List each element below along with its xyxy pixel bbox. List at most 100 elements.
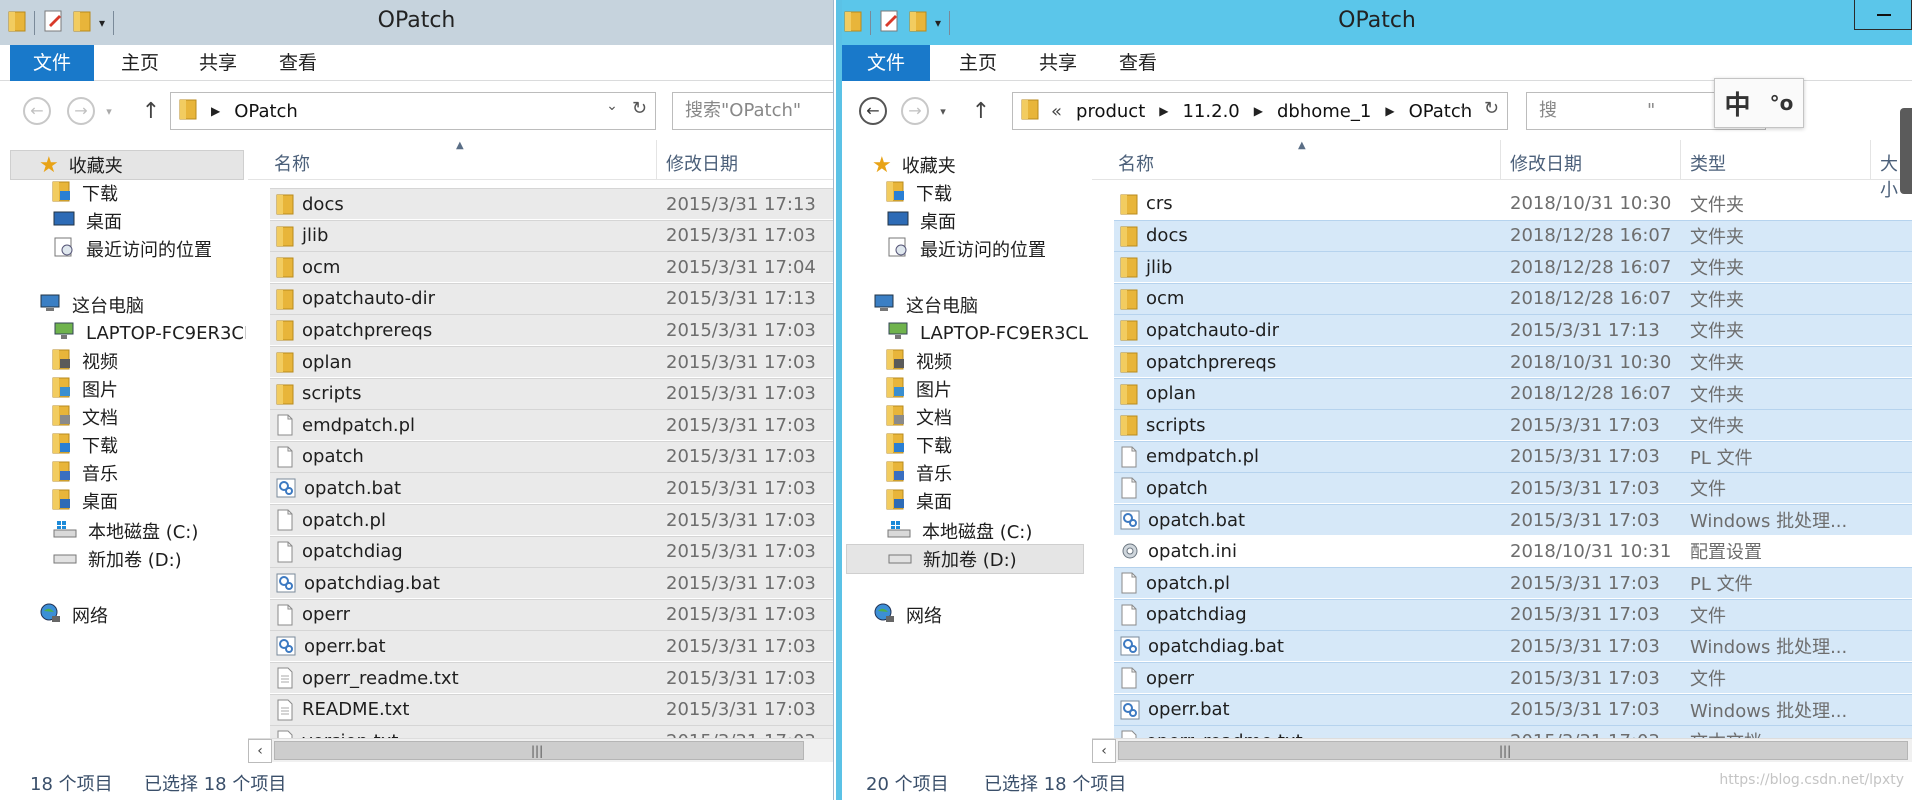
up-button[interactable]: ↑ xyxy=(964,94,998,128)
nav-item[interactable]: 本地磁盘 (C:) xyxy=(52,516,198,546)
breadcrumb-separator-icon[interactable]: ▶ xyxy=(1159,104,1168,118)
scroll-left-icon[interactable]: ‹ xyxy=(1092,739,1116,763)
ime-punctuation-toggle[interactable]: °o xyxy=(1770,91,1794,115)
nav-item[interactable]: 这台电脑 xyxy=(872,290,978,320)
file-row[interactable]: jlib 2015/3/31 17:03 xyxy=(270,219,833,251)
address-bar[interactable]: ▶ OPatch ⌄ ↻ xyxy=(170,92,656,130)
nav-item[interactable]: 文档 xyxy=(52,402,118,432)
scrollbar-thumb[interactable]: ||| xyxy=(274,741,804,760)
file-row[interactable]: operr 2015/3/31 17:03 文件 xyxy=(1114,662,1912,693)
back-button[interactable]: ← xyxy=(856,94,890,128)
search-input[interactable]: 搜索"OPatch" xyxy=(672,92,833,130)
nav-item[interactable]: 桌面 xyxy=(886,486,952,516)
forward-button[interactable]: → xyxy=(898,94,932,128)
ime-mode-toggle[interactable]: 中 xyxy=(1725,85,1751,122)
file-row[interactable]: opatch.pl 2015/3/31 17:03 PL 文件 xyxy=(1114,567,1912,599)
file-row[interactable]: ocm 2015/3/31 17:04 xyxy=(270,251,833,283)
file-row[interactable]: opatch.ini 2018/10/31 10:31 配置设置 xyxy=(1114,536,1912,567)
nav-item[interactable]: 本地磁盘 (C:) xyxy=(886,516,1032,546)
breadcrumb-separator-icon[interactable]: ▶ xyxy=(1254,104,1263,118)
tab-view[interactable]: 查看 xyxy=(268,45,328,81)
nav-item[interactable]: 音乐 xyxy=(52,458,118,488)
nav-item[interactable]: LAPTOP-FC9ER3CL xyxy=(886,318,1088,348)
minimize-button[interactable] xyxy=(1854,0,1912,30)
recent-locations-dropdown[interactable]: ▾ xyxy=(100,94,118,128)
file-row[interactable]: oplan 2015/3/31 17:03 xyxy=(270,346,833,377)
breadcrumb-overflow-icon[interactable]: « xyxy=(1051,101,1062,122)
nav-item[interactable]: 桌面 xyxy=(52,206,122,236)
file-row[interactable]: opatchprereqs 2015/3/31 17:03 xyxy=(270,314,833,346)
file-row[interactable]: operr 2015/3/31 17:03 xyxy=(270,598,833,630)
tab-file[interactable]: 文件 xyxy=(10,45,94,81)
file-row[interactable]: docs 2018/12/28 16:07 文件夹 xyxy=(1114,219,1912,251)
ime-toolbar[interactable]: 中 °o xyxy=(1714,78,1804,128)
nav-item[interactable]: 桌面 xyxy=(52,486,118,516)
nav-item[interactable]: LAPTOP-FC9ER3CL xyxy=(52,318,246,348)
nav-item[interactable]: 最近访问的位置 xyxy=(52,234,212,264)
nav-item[interactable]: 桌面 xyxy=(886,206,956,236)
address-dropdown-icon[interactable]: ⌄ xyxy=(606,98,618,119)
file-row[interactable]: opatch.pl 2015/3/31 17:03 xyxy=(270,504,833,535)
file-row[interactable]: operr.bat 2015/3/31 17:03 Windows 批处理... xyxy=(1114,693,1912,725)
horizontal-scrollbar[interactable]: ‹ ||| xyxy=(248,738,833,763)
nav-item[interactable]: 图片 xyxy=(52,374,118,404)
nav-item[interactable]: 下载 xyxy=(52,430,118,460)
file-row[interactable]: operr_readme.txt 2015/3/31 17:03 xyxy=(270,662,833,693)
file-row[interactable]: ocm 2018/12/28 16:07 文件夹 xyxy=(1114,282,1912,314)
address-bar[interactable]: « product ▶ 11.2.0 ▶ dbhome_1 ▶ OPatch ⌄… xyxy=(1012,92,1508,130)
scroll-left-icon[interactable]: ‹ xyxy=(248,739,272,763)
column-type[interactable]: 类型 xyxy=(1690,150,1726,176)
back-button[interactable]: ← xyxy=(20,94,54,128)
horizontal-scrollbar[interactable]: ‹ ||| xyxy=(1092,738,1912,763)
breadcrumb-item[interactable]: 11.2.0 xyxy=(1182,101,1239,122)
nav-item[interactable]: 视频 xyxy=(886,346,952,376)
nav-item[interactable]: 图片 xyxy=(886,374,952,404)
file-row[interactable]: scripts 2015/3/31 17:03 xyxy=(270,377,833,409)
nav-item[interactable]: 下载 xyxy=(52,178,118,208)
breadcrumb-item[interactable]: product xyxy=(1076,101,1145,122)
file-row[interactable]: opatchdiag 2015/3/31 17:03 xyxy=(270,535,833,567)
file-row[interactable]: opatch 2015/3/31 17:03 xyxy=(270,440,833,472)
file-row[interactable]: docs 2015/3/31 17:13 xyxy=(270,188,833,219)
column-date-modified[interactable]: 修改日期 xyxy=(1510,150,1582,176)
up-button[interactable]: ↑ xyxy=(134,94,168,128)
column-date-modified[interactable]: 修改日期 xyxy=(666,150,738,176)
file-row[interactable]: opatch 2015/3/31 17:03 文件 xyxy=(1114,472,1912,504)
file-row[interactable]: opatch.bat 2015/3/31 17:03 xyxy=(270,472,833,504)
nav-item[interactable]: ★ 收藏夹 xyxy=(872,150,956,180)
nav-item[interactable]: 下载 xyxy=(886,430,952,460)
breadcrumb-item[interactable]: dbhome_1 xyxy=(1277,101,1371,122)
scrollbar-thumb[interactable]: ||| xyxy=(1118,741,1908,760)
file-row[interactable]: opatchauto-dir 2015/3/31 17:13 xyxy=(270,282,833,314)
file-row[interactable]: emdpatch.pl 2015/3/31 17:03 xyxy=(270,409,833,441)
file-row[interactable]: README.txt 2015/3/31 17:03 xyxy=(270,693,833,725)
file-row[interactable]: emdpatch.pl 2015/3/31 17:03 PL 文件 xyxy=(1114,440,1912,472)
nav-item[interactable]: ★ 收藏夹 xyxy=(10,150,244,180)
nav-item[interactable]: 网络 xyxy=(872,600,942,630)
breadcrumb-separator-icon[interactable]: ▶ xyxy=(1385,104,1394,118)
file-row[interactable]: oplan 2018/12/28 16:07 文件夹 xyxy=(1114,377,1912,409)
forward-button[interactable]: → xyxy=(64,94,98,128)
column-name[interactable]: 名称 xyxy=(274,150,310,176)
address-dropdown-icon[interactable]: ⌄ xyxy=(1458,98,1470,119)
file-row[interactable]: opatchprereqs 2018/10/31 10:30 文件夹 xyxy=(1114,346,1912,377)
tab-home[interactable]: 主页 xyxy=(110,45,170,81)
file-row[interactable]: opatchdiag.bat 2015/3/31 17:03 xyxy=(270,567,833,599)
file-row[interactable]: operr.bat 2015/3/31 17:03 xyxy=(270,630,833,662)
file-row[interactable]: opatchdiag 2015/3/31 17:03 文件 xyxy=(1114,598,1912,630)
nav-item[interactable]: 新加卷 (D:) xyxy=(846,544,1084,574)
file-row[interactable]: opatchdiag.bat 2015/3/31 17:03 Windows 批处理… xyxy=(1114,630,1912,662)
breadcrumb-separator-icon[interactable]: ▶ xyxy=(211,104,220,118)
refresh-icon[interactable]: ↻ xyxy=(632,98,647,119)
recent-locations-dropdown[interactable]: ▾ xyxy=(934,94,952,128)
nav-item[interactable]: 下载 xyxy=(886,178,952,208)
tab-file[interactable]: 文件 xyxy=(842,45,930,81)
tab-share[interactable]: 共享 xyxy=(188,45,248,81)
file-row[interactable]: opatchauto-dir 2015/3/31 17:13 文件夹 xyxy=(1114,314,1912,346)
file-row[interactable]: opatch.bat 2015/3/31 17:03 Windows 批处理... xyxy=(1114,504,1912,535)
nav-item[interactable]: 视频 xyxy=(52,346,118,376)
tab-view[interactable]: 查看 xyxy=(1108,45,1168,81)
tab-share[interactable]: 共享 xyxy=(1028,45,1088,81)
breadcrumb-item[interactable]: OPatch xyxy=(234,101,298,122)
refresh-icon[interactable]: ↻ xyxy=(1484,98,1499,119)
